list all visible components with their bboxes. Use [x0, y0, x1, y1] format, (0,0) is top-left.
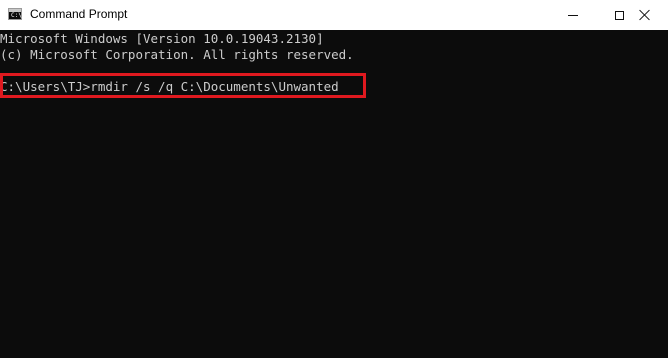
- console-line-copyright: (c) Microsoft Corporation. All rights re…: [0, 47, 354, 62]
- cmd-icon-glyph: C:\: [11, 12, 22, 19]
- cmd-icon: C:\: [8, 8, 22, 20]
- command-highlight-box: [0, 73, 366, 98]
- window-title: Command Prompt: [30, 7, 128, 21]
- close-icon: [639, 9, 651, 21]
- title-bar[interactable]: C:\ Command Prompt: [0, 0, 668, 30]
- console-line-version: Microsoft Windows [Version 10.0.19043.21…: [0, 31, 324, 46]
- close-button[interactable]: [622, 0, 668, 30]
- minimize-button[interactable]: [550, 0, 596, 30]
- command-prompt-window: C:\ Command Prompt Microsoft Windows [Ve…: [0, 0, 668, 358]
- minimize-icon: [568, 14, 578, 16]
- console-output[interactable]: Microsoft Windows [Version 10.0.19043.21…: [0, 30, 668, 358]
